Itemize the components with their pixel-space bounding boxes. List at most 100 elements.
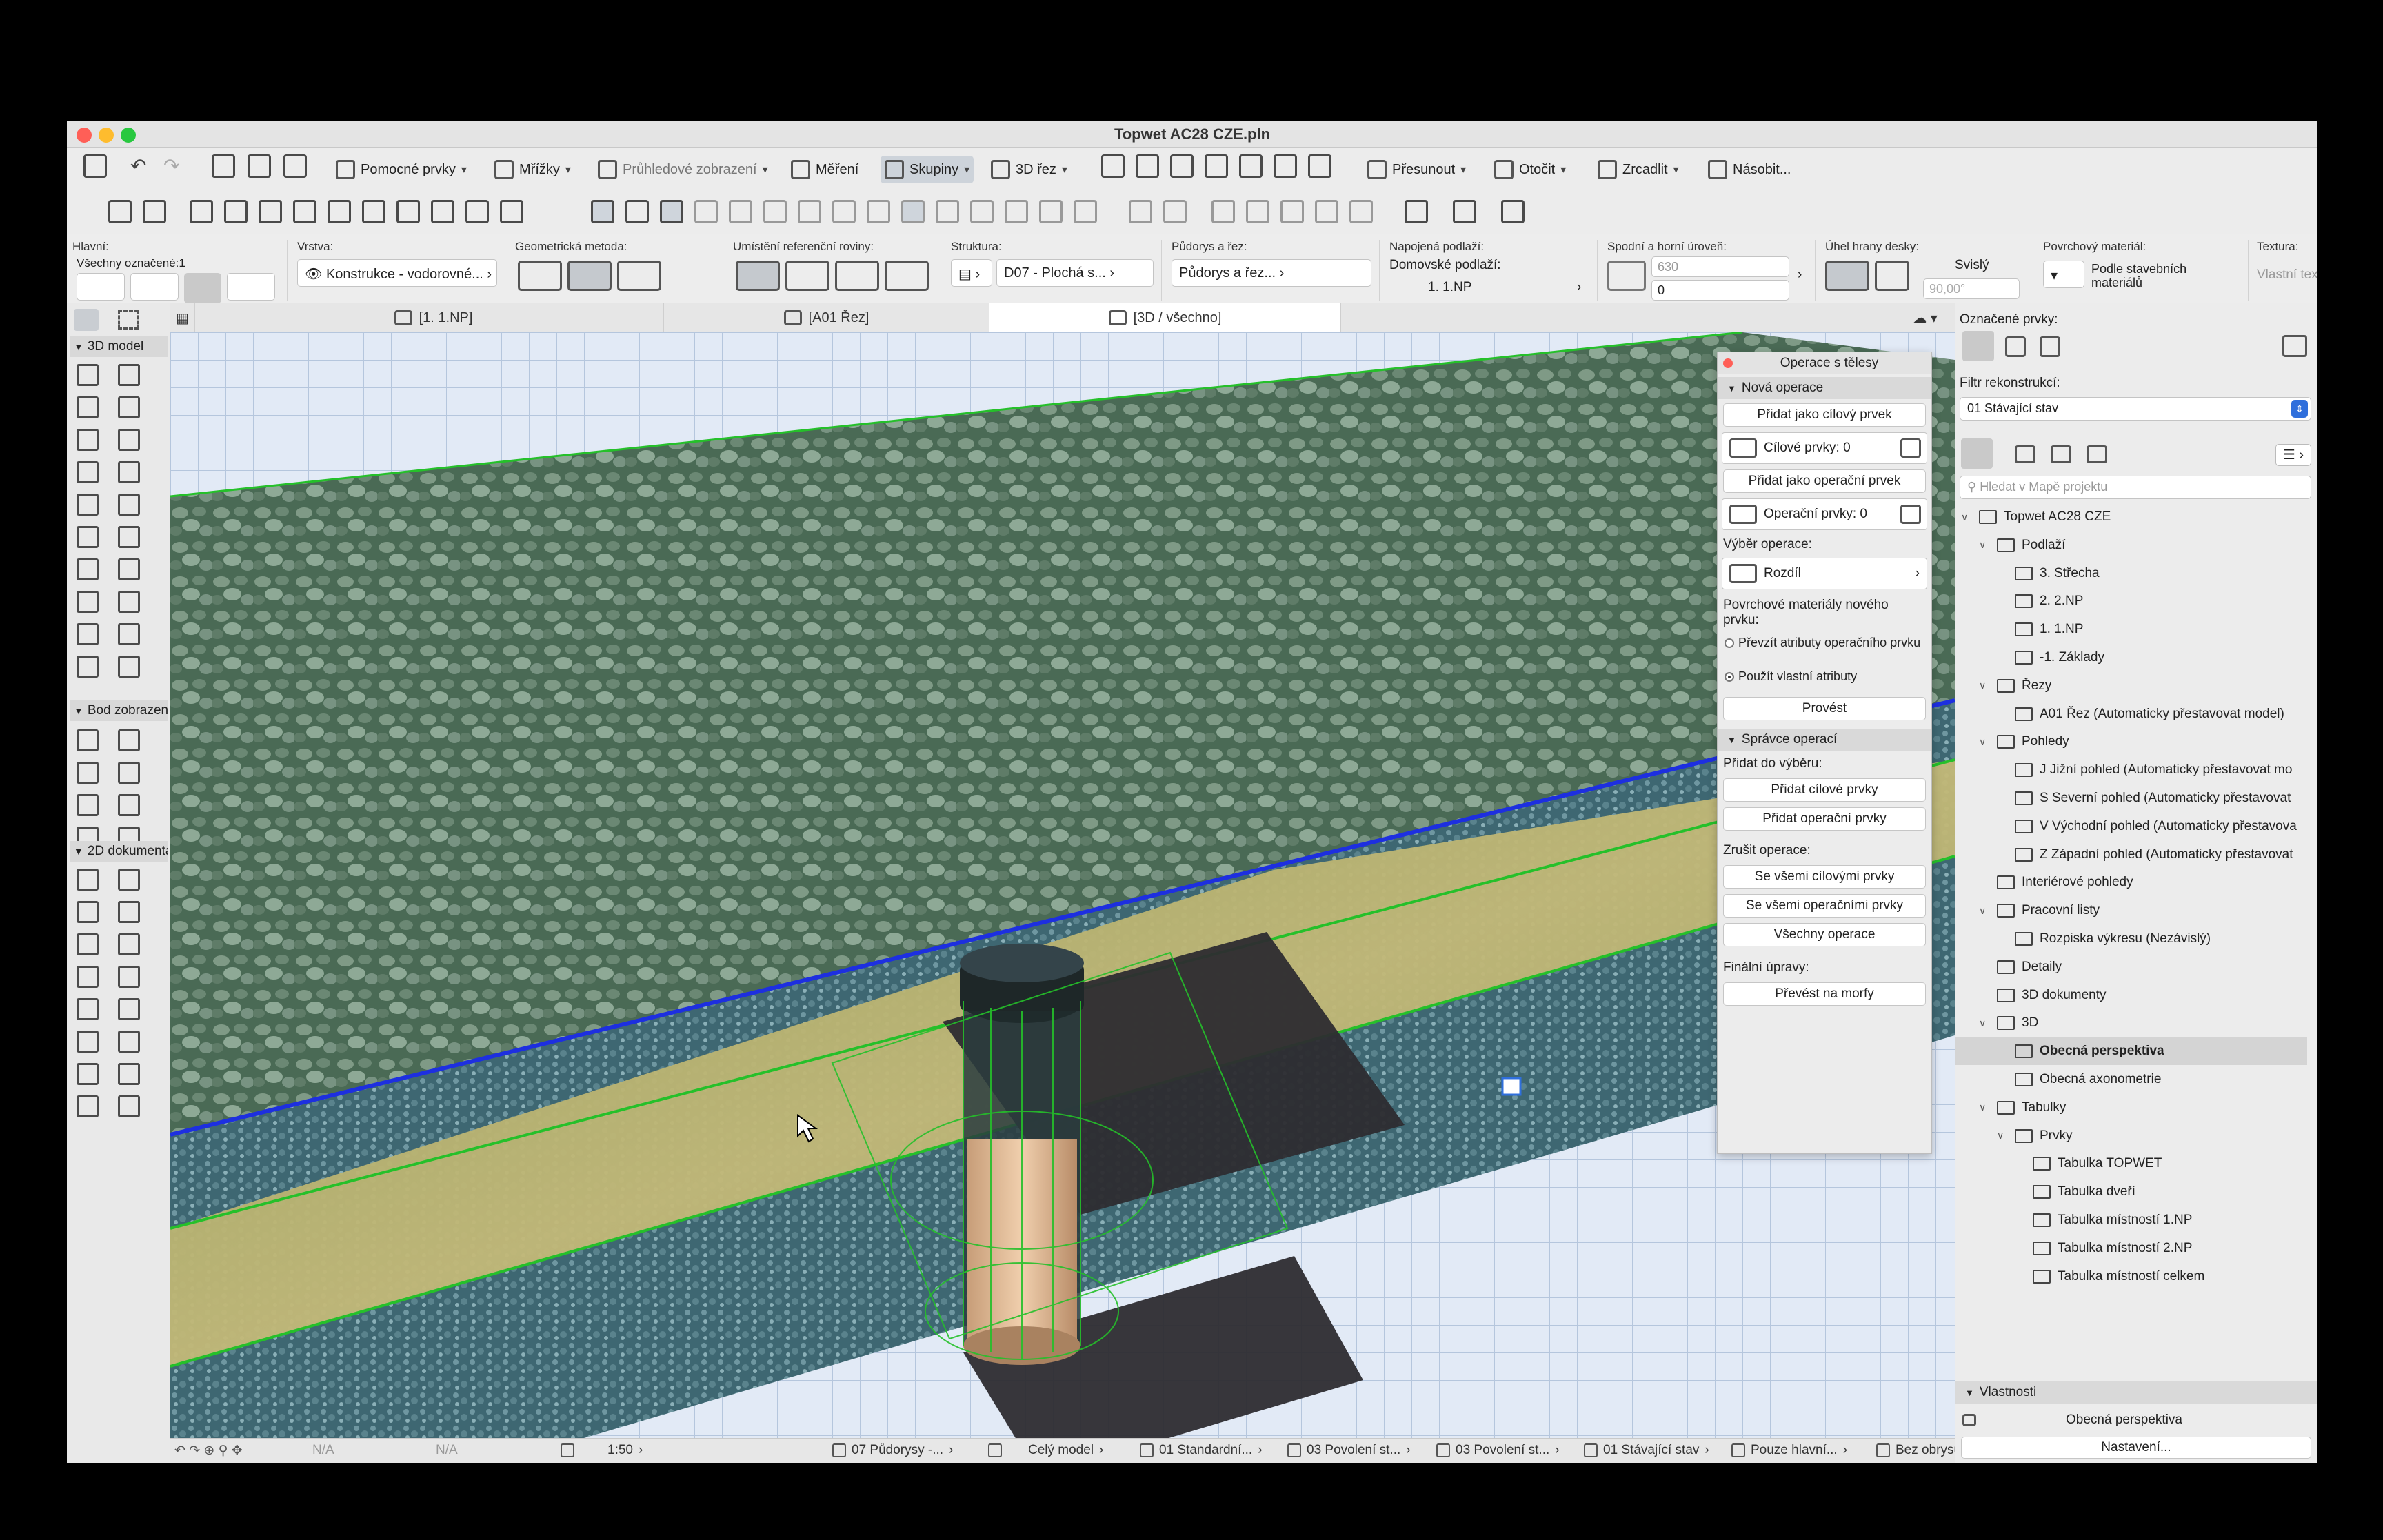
object-tool[interactable]: [77, 591, 99, 613]
tab-floor-plan[interactable]: [1. 1.NP]: [203, 303, 664, 332]
dimension-tool[interactable]: [77, 869, 99, 891]
hotspot-tool[interactable]: [118, 1063, 140, 1085]
chevron-down-icon[interactable]: ∨: [1979, 680, 1990, 691]
figure-tool[interactable]: [118, 966, 140, 988]
morph-tool[interactable]: [118, 591, 140, 613]
house-icon[interactable]: [1405, 200, 1428, 223]
tree-item[interactable]: ∨ Pracovní listy: [1955, 897, 2307, 924]
interior-elevation-tool[interactable]: [77, 762, 99, 784]
stair-tool[interactable]: [77, 461, 99, 483]
add-targets-button[interactable]: Přidat cílové prvky: [1723, 778, 1926, 802]
cursor-snap-icon[interactable]: [625, 200, 649, 223]
top-level-input[interactable]: 630: [1651, 256, 1789, 277]
tree-item[interactable]: V Východní pohled (Automaticky přestavov…: [1955, 813, 2307, 840]
select-operator-icon[interactable]: [1900, 505, 1921, 524]
layer-combo-field[interactable]: 07 Půdorysy -... ›: [832, 1443, 953, 1458]
tree-item[interactable]: Tabulka dveří: [1955, 1178, 2307, 1206]
tree-item[interactable]: Obecná perspektiva: [1955, 1037, 2307, 1066]
quick-layer-icon[interactable]: [1005, 200, 1028, 223]
tree-item[interactable]: ∨ Podlaží: [1955, 531, 2307, 559]
wall-tool[interactable]: [77, 364, 99, 386]
radio-use-own[interactable]: Použít vlastní atributy: [1725, 669, 1857, 684]
bring-front-icon[interactable]: [396, 200, 420, 223]
change-tool[interactable]: [118, 794, 140, 816]
tree-item[interactable]: 3D dokumenty: [1955, 982, 2307, 1009]
label-tool[interactable]: [118, 933, 140, 955]
scale-field[interactable]: 1:50 ›: [561, 1443, 643, 1458]
publish-icon[interactable]: [1501, 200, 1525, 223]
ref-core-top-button[interactable]: [785, 261, 829, 291]
send-back-icon[interactable]: [431, 200, 454, 223]
detail-tool[interactable]: [77, 794, 99, 816]
selected-grid-icon[interactable]: [1962, 331, 1994, 361]
tree-item[interactable]: Tabulka místností celkem: [1955, 1263, 2307, 1290]
layer-select[interactable]: 👁 Konstrukce - vodorovné... ›: [297, 259, 497, 287]
tree-item[interactable]: Tabulka místností 1.NP: [1955, 1206, 2307, 1234]
undo-view-icon[interactable]: ↶ ↷ ⊕ ⚲ ✥: [174, 1443, 243, 1459]
tree-item[interactable]: Obecná axonometrie: [1955, 1066, 2307, 1093]
mvo-field[interactable]: 03 Povolení st... ›: [1287, 1443, 1411, 1458]
snap-guide-icon[interactable]: [591, 200, 614, 223]
select-target-icon[interactable]: [1900, 438, 1921, 458]
ref-top-button[interactable]: [736, 261, 780, 291]
section-2d-documentation[interactable]: ▼2D dokumentace: [70, 841, 168, 862]
angle-icon[interactable]: [901, 200, 925, 223]
section-3d-model[interactable]: ▼ 3D model: [70, 336, 168, 357]
operation-select[interactable]: Rozdíl ›: [1722, 558, 1927, 589]
bisector-icon[interactable]: [798, 200, 821, 223]
marquee-icon[interactable]: [184, 273, 221, 303]
column-tool[interactable]: [77, 396, 99, 418]
add-operators-button[interactable]: Přidat operační prvky: [1723, 807, 1926, 831]
tree-item[interactable]: Detaily: [1955, 953, 2307, 981]
tree-item[interactable]: Z Západní pohled (Automaticky přestavova…: [1955, 841, 2307, 869]
lamp-tool[interactable]: [118, 461, 140, 483]
window-tool[interactable]: [118, 429, 140, 451]
pen-set-field[interactable]: 01 Standardní... ›: [1140, 1443, 1263, 1458]
selected-tree-icon[interactable]: [2040, 336, 2060, 357]
mesh-tool[interactable]: [77, 526, 99, 548]
hatch-icon[interactable]: [259, 200, 282, 223]
fill-icon[interactable]: [190, 200, 213, 223]
chevron-down-icon[interactable]: ∨: [1979, 905, 1990, 917]
undo-icon[interactable]: ↶: [130, 154, 146, 177]
eyedropper-icon[interactable]: [248, 154, 271, 178]
cancel-all-button[interactable]: Všechny operace: [1723, 923, 1926, 946]
polyline-tool[interactable]: [77, 1031, 99, 1053]
groups-button[interactable]: Skupiny ▾: [881, 156, 974, 183]
selected-settings-icon[interactable]: [2282, 335, 2307, 357]
new-operation-header[interactable]: ▼ Nová operace: [1718, 377, 1931, 399]
geometry-simple-button[interactable]: [518, 261, 562, 291]
selection-shape-button[interactable]: [130, 273, 179, 301]
convert-to-morph-button[interactable]: Převést na morfy: [1723, 982, 1926, 1006]
redo-icon[interactable]: ↷: [163, 154, 179, 177]
gravity-icon[interactable]: [936, 200, 959, 223]
opening-tool[interactable]: [118, 623, 140, 645]
tree-item[interactable]: Rozpiska výkresu (Nezávislý): [1955, 925, 2307, 953]
slab-tool[interactable]: [118, 364, 140, 386]
magnet-icon[interactable]: [970, 200, 994, 223]
renovation-filter-select[interactable]: 01 Stávající stav ⇕: [1960, 397, 2311, 421]
pen-icon[interactable]: [362, 200, 385, 223]
area-icon[interactable]: [1211, 200, 1235, 223]
split-icon[interactable]: [1274, 154, 1297, 178]
tree-item[interactable]: J Jižní pohled (Automaticky přestavovat …: [1955, 756, 2307, 784]
elevation-tool[interactable]: [118, 729, 140, 751]
structure-select[interactable]: D07 - Plochá s... ›: [996, 259, 1154, 287]
radial-dimension-tool[interactable]: [77, 901, 99, 923]
view-map-icon[interactable]: [2015, 445, 2035, 463]
move-button[interactable]: Přesunout ▾: [1367, 156, 1466, 183]
curtain-frame-tool[interactable]: [77, 656, 99, 678]
3d-viewport[interactable]: Operace s tělesy ▼ Nová operace Přidat ja…: [170, 332, 1955, 1438]
stack-icon[interactable]: [293, 200, 316, 223]
door-tool[interactable]: [77, 429, 99, 451]
close-palette-button[interactable]: [1723, 358, 1733, 368]
edge-custom-button[interactable]: [1875, 261, 1909, 291]
radio-inherit-operator[interactable]: Převzít atributy operačního prvku: [1725, 635, 1929, 650]
parallel-icon[interactable]: [729, 200, 752, 223]
roof-tool[interactable]: [77, 494, 99, 516]
chevron-down-icon[interactable]: ∨: [1979, 736, 1990, 748]
add-target-button[interactable]: Přidat jako cílový prvek: [1723, 403, 1926, 427]
structure-type-button[interactable]: ▤ ›: [951, 259, 992, 287]
chevron-down-icon[interactable]: ∨: [1961, 511, 1972, 523]
railing-tool[interactable]: [118, 526, 140, 548]
